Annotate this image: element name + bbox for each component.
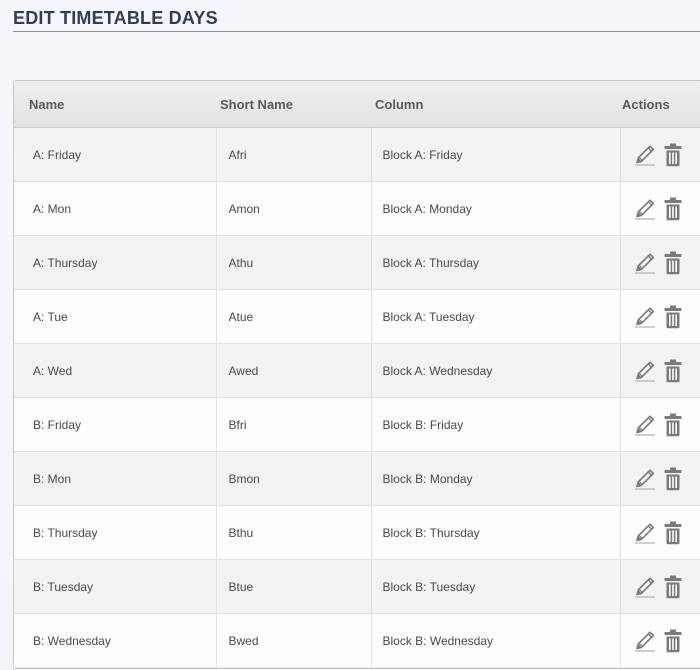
table-row: B: Mon Bmon Block B: Monday [14, 451, 700, 506]
pencil-icon[interactable] [633, 628, 657, 654]
cell-name: A: Friday [14, 127, 217, 182]
table-row: A: Mon Amon Block A: Monday [14, 181, 700, 236]
pencil-icon[interactable] [633, 466, 657, 492]
cell-actions [620, 397, 700, 452]
cell-column: Block A: Monday [371, 181, 621, 236]
cell-name: B: Tuesday [14, 559, 217, 614]
table-header-row: Name Short Name Column Actions [14, 81, 700, 128]
trash-icon[interactable] [661, 304, 685, 330]
cell-actions [620, 505, 700, 560]
trash-icon[interactable] [661, 412, 685, 438]
cell-short-name: Afri [216, 127, 372, 182]
column-header-short-name[interactable]: Short Name [216, 81, 371, 128]
table-row: A: Tue Atue Block A: Tuesday [14, 289, 700, 344]
cell-column: Block B: Tuesday [371, 559, 621, 614]
row-actions [633, 358, 700, 384]
pencil-icon[interactable] [633, 412, 657, 438]
cell-column: Block A: Thursday [371, 235, 621, 290]
column-header-actions: Actions [620, 81, 700, 128]
cell-short-name: Bfri [216, 397, 372, 452]
cell-name: B: Mon [14, 451, 217, 506]
trash-icon[interactable] [661, 628, 685, 654]
cell-short-name: Bthu [216, 505, 372, 560]
trash-icon[interactable] [661, 142, 685, 168]
row-actions [633, 574, 700, 600]
cell-short-name: Athu [216, 235, 372, 290]
cell-column: Block A: Tuesday [371, 289, 621, 344]
row-actions [633, 196, 700, 222]
table-row: B: Wednesday Bwed Block B: Wednesday [14, 613, 700, 668]
row-actions [633, 142, 700, 168]
cell-actions [620, 127, 700, 182]
table-row: B: Friday Bfri Block B: Friday [14, 397, 700, 452]
row-actions [633, 250, 700, 276]
cell-column: Block B: Friday [371, 397, 621, 452]
cell-short-name: Awed [216, 343, 372, 398]
cell-column: Block A: Friday [371, 127, 621, 182]
table-row: A: Wed Awed Block A: Wednesday [14, 343, 700, 398]
table-row: B: Tuesday Btue Block B: Tuesday [14, 559, 700, 614]
row-actions [633, 466, 700, 492]
pencil-icon[interactable] [633, 358, 657, 384]
cell-name: B: Friday [14, 397, 217, 452]
cell-column: Block B: Wednesday [371, 613, 621, 668]
cell-short-name: Bmon [216, 451, 372, 506]
cell-actions [620, 181, 700, 236]
column-header-name[interactable]: Name [14, 81, 216, 128]
row-actions [633, 412, 700, 438]
trash-icon[interactable] [661, 520, 685, 546]
cell-name: B: Wednesday [14, 613, 217, 668]
cell-actions [620, 289, 700, 344]
cell-column: Block B: Monday [371, 451, 621, 506]
cell-short-name: Atue [216, 289, 372, 344]
cell-name: B: Thursday [14, 505, 217, 560]
cell-short-name: Bwed [216, 613, 372, 668]
pencil-icon[interactable] [633, 304, 657, 330]
cell-actions [620, 451, 700, 506]
cell-short-name: Amon [216, 181, 372, 236]
cell-short-name: Btue [216, 559, 372, 614]
cell-column: Block B: Thursday [371, 505, 621, 560]
page-title: EDIT TIMETABLE DAYS [13, 8, 218, 28]
row-actions [633, 304, 700, 330]
trash-icon[interactable] [661, 250, 685, 276]
table-row: B: Thursday Bthu Block B: Thursday [14, 505, 700, 560]
cell-name: A: Mon [14, 181, 217, 236]
row-actions [633, 520, 700, 546]
pencil-icon[interactable] [633, 250, 657, 276]
pencil-icon[interactable] [633, 574, 657, 600]
trash-icon[interactable] [661, 358, 685, 384]
cell-actions [620, 613, 700, 668]
cell-actions [620, 235, 700, 290]
pencil-icon[interactable] [633, 520, 657, 546]
timetable-days-table: Name Short Name Column Actions A: Friday… [13, 80, 700, 669]
cell-name: A: Tue [14, 289, 217, 344]
cell-actions [620, 343, 700, 398]
column-header-column[interactable]: Column [371, 81, 620, 128]
table-row: A: Friday Afri Block A: Friday [14, 127, 700, 182]
cell-column: Block A: Wednesday [371, 343, 621, 398]
cell-actions [620, 559, 700, 614]
pencil-icon[interactable] [633, 196, 657, 222]
row-actions [633, 628, 700, 654]
cell-name: A: Thursday [14, 235, 217, 290]
trash-icon[interactable] [661, 574, 685, 600]
pencil-icon[interactable] [633, 142, 657, 168]
trash-icon[interactable] [661, 466, 685, 492]
cell-name: A: Wed [14, 343, 217, 398]
trash-icon[interactable] [661, 196, 685, 222]
title-divider [13, 31, 700, 32]
table-row: A: Thursday Athu Block A: Thursday [14, 235, 700, 290]
